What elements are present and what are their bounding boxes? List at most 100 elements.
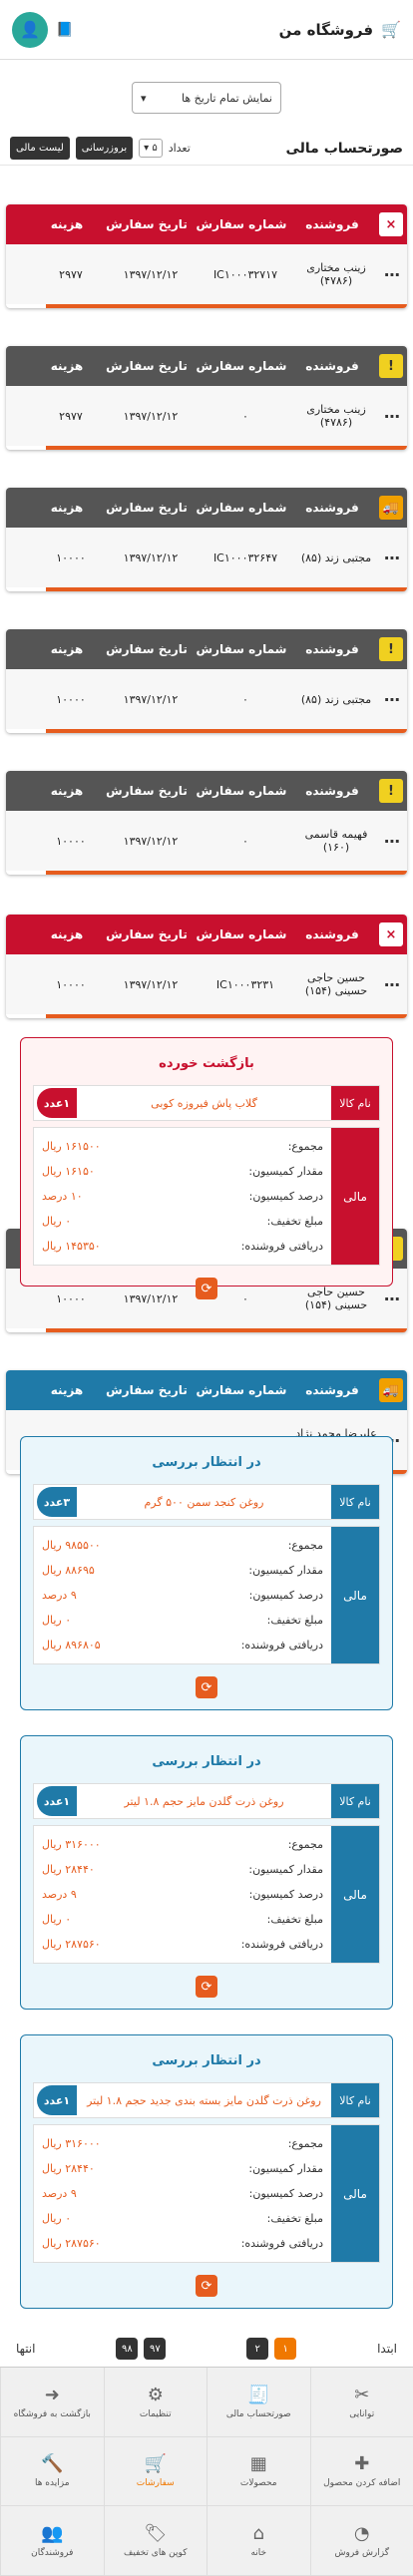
- tab-7[interactable]: 🔨 مزایده ها: [0, 2436, 104, 2507]
- page-2[interactable]: ۲: [246, 2338, 269, 2360]
- tab-label: تنظیمات: [139, 2408, 172, 2419]
- col-order-no: شماره سفارش: [196, 784, 287, 798]
- pagination: ابتدا ۱ ۲ ۹۷ ۹۸ انتها: [0, 2334, 413, 2364]
- refresh-icon[interactable]: ⟳: [196, 2275, 217, 2297]
- more-icon[interactable]: ⋯: [377, 265, 407, 284]
- order-cost: ۲۹۷۷: [59, 409, 83, 423]
- tab-1[interactable]: 🧾 صورتحساب مالی: [206, 2368, 310, 2437]
- tab-icon: ✂: [354, 2384, 370, 2405]
- seller-name: مجتبی زند (۸۵): [300, 551, 372, 564]
- order-item-panel: بازگشت خورده نام کالا گلاب پاش فیروزه کو…: [20, 1037, 393, 1299]
- col-cost: هزینه: [50, 1383, 84, 1397]
- page-title: صورتحساب مالی: [285, 140, 403, 157]
- order-number: ۰: [242, 409, 248, 423]
- tab-6[interactable]: 🛒 سفارشات: [103, 2436, 206, 2507]
- order-row[interactable]: ⋯ مجتبی زند (۸۵) IC۱۰۰۰۳۲۶۴۷ ۱۳۹۷/۱۲/۱۲ …: [6, 528, 407, 587]
- tab-2[interactable]: ⚙ تنظیمات: [103, 2368, 206, 2437]
- product-row: نام کالا روغن کنجد سمن ۵۰۰ گرم ۳عدد: [33, 1484, 380, 1520]
- financial-box: مالی مجموع: ۱۶۱۵۰۰ ریال مقدار کمیسیون: ۱۶۱…: [33, 1127, 380, 1266]
- order-card: ! فروشنده شماره سفارش تاریخ سفارش هزینه …: [6, 346, 407, 450]
- order-date: ۱۳۹۷/۱۲/۱۲: [123, 409, 179, 423]
- product-name[interactable]: روغن ذرت گلدن مایز بسته بندی جدید حجم ۱.…: [77, 2094, 331, 2107]
- order-card-header: 🚚 فروشنده شماره سفارش تاریخ سفارش هزینه: [6, 1370, 407, 1410]
- col-date: تاریخ سفارش: [106, 1383, 188, 1397]
- order-card-header: ! فروشنده شماره سفارش تاریخ سفارش هزینه: [6, 629, 407, 669]
- seller-name: زینب مختاری (۴۷۸۶): [306, 261, 366, 287]
- page-1[interactable]: ۱: [274, 2338, 297, 2360]
- commission-value: ۱۶۱۵۰ ریال: [42, 1165, 95, 1178]
- item-status: در انتظار بررسی: [152, 2053, 261, 2068]
- seller-receive-value: ۲۸۷۵۶۰ ریال: [42, 1938, 101, 1951]
- order-row[interactable]: ⋯ مجتبی زند (۸۵) ۰ ۱۳۹۷/۱۲/۱۲ ۱۰۰۰۰: [6, 669, 407, 729]
- avatar[interactable]: 👤: [12, 11, 48, 48]
- tab-3[interactable]: ➜ بازگشت به فروشگاه: [0, 2368, 104, 2437]
- refresh-icon[interactable]: ⟳: [196, 1278, 217, 1299]
- tab-4[interactable]: ✚ اضافه کردن محصول: [309, 2436, 413, 2507]
- order-row[interactable]: ⋯ زینب مختاری (۴۷۸۶) IC۱۰۰۰۳۲۷۱۷ ۱۳۹۷/۱۲…: [6, 244, 407, 304]
- commission-pct-value: ۹ درصد: [42, 1589, 77, 1602]
- order-card: ! فروشنده شماره سفارش تاریخ سفارش هزینه …: [6, 771, 407, 875]
- order-card-header: 🚚 فروشنده شماره سفارش تاریخ سفارش هزینه: [6, 488, 407, 528]
- product-label: نام کالا: [331, 1784, 379, 1818]
- seller-name: مجتبی زند (۸۵): [300, 692, 372, 706]
- page-98[interactable]: ۹۸: [116, 2338, 139, 2360]
- order-date: ۱۳۹۷/۱۲/۱۲: [123, 692, 179, 706]
- refresh-icon[interactable]: ⟳: [196, 1976, 217, 1998]
- book-icon[interactable]: 📘: [56, 22, 73, 38]
- tab-5[interactable]: ▦ محصولات: [206, 2436, 310, 2507]
- total-value: ۳۱۶۰۰۰ ریال: [42, 1838, 101, 1851]
- col-date: تاریخ سفارش: [106, 784, 188, 798]
- order-progress-bar: [46, 587, 407, 591]
- commission-pct-value: ۹ درصد: [42, 1888, 77, 1901]
- bottom-tabbar: ✂ توانایی 🧾 صورتحساب مالی ⚙ تنظیمات ➜ بازگشت به…: [0, 2367, 413, 2576]
- seller-name: حسین حاجی حسینی (۱۵۴): [304, 971, 368, 997]
- order-card: × فروشنده شماره سفارش تاریخ سفارش هزینه …: [6, 915, 407, 1018]
- refresh-button[interactable]: بروزرسانی: [75, 137, 134, 160]
- store-title: فروشگاه من: [278, 20, 374, 39]
- financial-label: مالی: [331, 1826, 379, 1963]
- product-name[interactable]: روغن کنجد سمن ۵۰۰ گرم: [77, 1496, 331, 1509]
- col-cost: هزینه: [50, 784, 84, 798]
- pager-first[interactable]: ابتدا: [377, 2342, 397, 2356]
- more-icon[interactable]: ⋯: [377, 1289, 407, 1308]
- order-row[interactable]: ⋯ حسین حاجی حسینی (۱۵۴) IC۱۰۰۰۳۲۳۱ ۱۳۹۷/…: [6, 954, 407, 1014]
- col-order-no: شماره سفارش: [196, 1383, 287, 1397]
- commission-value: ۲۸۴۴۰ ریال: [42, 1863, 95, 1876]
- more-icon[interactable]: ⋯: [377, 832, 407, 851]
- order-card-header: ! فروشنده شماره سفارش تاریخ سفارش هزینه: [6, 346, 407, 386]
- order-date: ۱۳۹۷/۱۲/۱۲: [123, 977, 179, 991]
- order-row[interactable]: ⋯ زینب مختاری (۴۷۸۶) ۰ ۱۳۹۷/۱۲/۱۲ ۲۹۷۷: [6, 386, 407, 446]
- more-icon[interactable]: ⋯: [377, 690, 407, 709]
- date-filter-select[interactable]: نمایش تمام تاریخ ها ▾: [132, 82, 281, 114]
- financial-list-button[interactable]: لیست مالی: [10, 137, 70, 160]
- order-card: × فروشنده شماره سفارش تاریخ سفارش هزینه …: [6, 204, 407, 308]
- seller-receive-value: ۸۹۶۸۰۵ ریال: [42, 1639, 101, 1652]
- order-date: ۱۳۹۷/۱۲/۱۲: [123, 1291, 179, 1305]
- tab-label: محصولات: [239, 2478, 277, 2489]
- item-status: در انتظار بررسی: [152, 1754, 261, 1769]
- count-select[interactable]: ۵ ▾: [139, 139, 163, 158]
- col-cost: هزینه: [50, 359, 84, 373]
- order-row[interactable]: ⋯ فهیمه قاسمی (۱۶۰) ۰ ۱۳۹۷/۱۲/۱۲ ۱۰۰۰۰: [6, 811, 407, 871]
- more-icon[interactable]: ⋯: [377, 549, 407, 567]
- tab-10[interactable]: 🏷 کوپن های تخفیف: [103, 2506, 206, 2576]
- status-icon: !: [379, 354, 403, 378]
- tab-icon: ➜: [44, 2384, 60, 2405]
- pager-last[interactable]: انتها: [16, 2342, 35, 2356]
- tab-8[interactable]: ◔ گزارش فروش: [309, 2506, 413, 2576]
- status-icon: !: [379, 637, 403, 661]
- tab-0[interactable]: ✂ توانایی: [309, 2368, 413, 2437]
- more-icon[interactable]: ⋯: [377, 975, 407, 994]
- product-name[interactable]: گلاب پاش فیروزه کوبی: [77, 1097, 331, 1110]
- tab-9[interactable]: ⌂ خانه: [206, 2506, 310, 2576]
- status-icon: ×: [379, 922, 403, 946]
- page-97[interactable]: ۹۷: [144, 2338, 167, 2360]
- store-brand[interactable]: 🛒 فروشگاه من: [279, 20, 401, 39]
- tab-11[interactable]: 👥 فروشندگان: [0, 2506, 104, 2576]
- product-name[interactable]: روغن ذرت گلدن مایز حجم ۱.۸ لیتر: [77, 1795, 331, 1808]
- refresh-icon[interactable]: ⟳: [196, 1676, 217, 1698]
- product-qty: ۳عدد: [37, 1487, 77, 1517]
- more-icon[interactable]: ⋯: [377, 407, 407, 426]
- order-number: IC۱۰۰۰۳۲۷۱۷: [212, 267, 278, 281]
- order-cost: ۱۰۰۰۰: [56, 834, 86, 848]
